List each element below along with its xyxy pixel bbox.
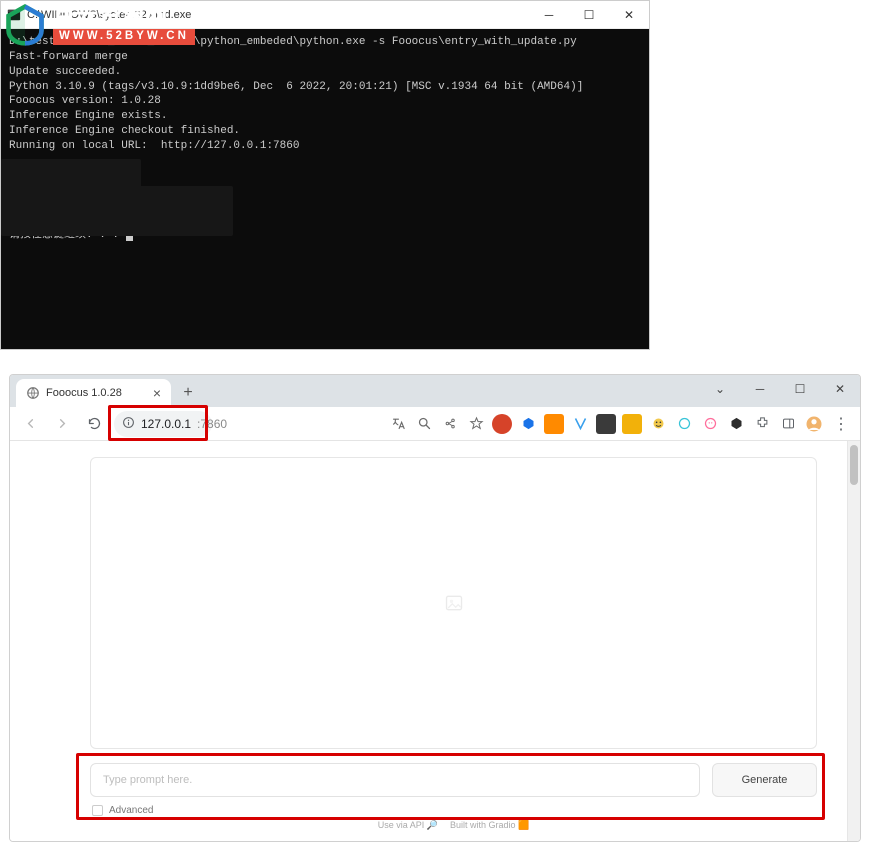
scrollbar[interactable]	[847, 441, 860, 841]
extension-icon[interactable]	[518, 414, 538, 434]
translate-icon[interactable]	[388, 414, 408, 434]
back-button[interactable]	[16, 410, 44, 438]
browser-tab[interactable]: Fooocus 1.0.28 ×	[16, 379, 171, 407]
redaction-block	[1, 186, 233, 236]
terminal-title: C:\WINDOWS\system32\cmd.exe	[27, 9, 191, 21]
browser-viewport: Generate Advanced Use via API 🔎 Built wi…	[10, 441, 860, 841]
new-tab-button[interactable]: +	[175, 380, 201, 406]
terminal-maximize-button[interactable]: ☐	[569, 1, 609, 29]
info-icon	[122, 416, 135, 432]
extension-icon[interactable]	[726, 414, 746, 434]
terminal-minimize-button[interactable]: ─	[529, 1, 569, 29]
extension-icon[interactable]	[622, 414, 642, 434]
gradio-footer: Use via API 🔎 Built with Gradio 🟧	[90, 820, 817, 831]
zoom-icon[interactable]	[414, 414, 434, 434]
profile-avatar-icon[interactable]	[804, 414, 824, 434]
scrollbar-thumb[interactable]	[850, 445, 858, 485]
extension-icon[interactable]	[700, 414, 720, 434]
generate-button[interactable]: Generate	[712, 763, 817, 797]
browser-close-button[interactable]: ✕	[820, 375, 860, 403]
extensions-tray	[388, 414, 824, 434]
extension-icon[interactable]	[492, 414, 512, 434]
address-port: :7860	[197, 417, 227, 431]
extension-icon[interactable]	[596, 414, 616, 434]
browser-maximize-button[interactable]: ☐	[780, 375, 820, 403]
address-bar[interactable]: 127.0.0.1:7860	[114, 411, 212, 437]
menu-button[interactable]: ⋮	[828, 411, 854, 437]
prompt-input[interactable]	[90, 763, 700, 797]
chevron-down-icon[interactable]: ⌄	[700, 375, 740, 403]
terminal-titlebar[interactable]: C:\WINDOWS\system32\cmd.exe ─ ☐ ✕	[1, 1, 649, 29]
reload-button[interactable]	[80, 410, 108, 438]
terminal-window: 百云资源网 WWW.52BYW.CN C:\WINDOWS\system32\c…	[0, 0, 650, 350]
address-host: 127.0.0.1	[141, 417, 191, 431]
image-placeholder-icon	[444, 593, 464, 613]
extensions-button[interactable]	[752, 414, 772, 434]
browser-window: Fooocus 1.0.28 × + ⌄ ─ ☐ ✕ 127.0.0.1:786…	[9, 374, 861, 842]
extension-icon[interactable]	[648, 414, 668, 434]
advanced-toggle[interactable]: Advanced	[90, 805, 817, 816]
terminal-close-button[interactable]: ✕	[609, 1, 649, 29]
globe-icon	[26, 386, 40, 400]
forward-button[interactable]	[48, 410, 76, 438]
browser-toolbar: 127.0.0.1:7860 ⋮	[10, 407, 860, 441]
extension-icon[interactable]	[544, 414, 564, 434]
output-image-area[interactable]	[90, 457, 817, 749]
tab-title: Fooocus 1.0.28	[46, 387, 145, 399]
advanced-label: Advanced	[109, 805, 153, 816]
sidepanel-icon[interactable]	[778, 414, 798, 434]
browser-tab-strip: Fooocus 1.0.28 × + ⌄ ─ ☐ ✕	[10, 375, 860, 407]
terminal-body[interactable]: D:\test\Fooocus_win64_1-1-10\python_embe…	[1, 29, 649, 349]
footer-api-link[interactable]: Use via API 🔎	[378, 820, 438, 831]
tab-close-icon[interactable]: ×	[151, 385, 163, 401]
browser-minimize-button[interactable]: ─	[740, 375, 780, 403]
footer-gradio-link[interactable]: Built with Gradio 🟧	[450, 820, 529, 831]
extension-icon[interactable]	[674, 414, 694, 434]
cmd-icon	[7, 8, 21, 22]
extension-icon[interactable]	[570, 414, 590, 434]
share-icon[interactable]	[440, 414, 460, 434]
star-icon[interactable]	[466, 414, 486, 434]
advanced-checkbox[interactable]	[92, 805, 103, 816]
